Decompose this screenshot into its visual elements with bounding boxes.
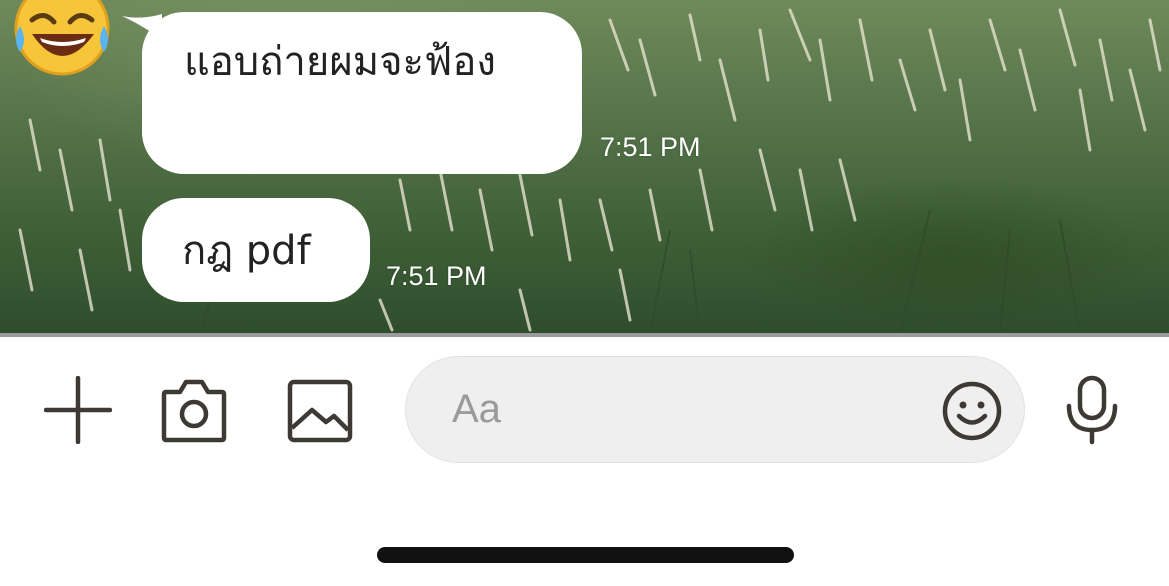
message-text: แอบถ่ายผมจะฟ้อง [184, 39, 496, 85]
message-input[interactable]: Aa [405, 356, 1025, 463]
message-text: กฎ pdf [182, 228, 311, 274]
image-icon[interactable] [286, 378, 354, 444]
laughing-tears-emoji-icon[interactable] [10, 0, 118, 80]
camera-icon[interactable] [160, 378, 228, 444]
microphone-icon[interactable] [1063, 374, 1121, 446]
message-bubble[interactable]: แอบถ่ายผมจะฟ้อง [142, 12, 582, 174]
home-indicator[interactable] [377, 547, 794, 563]
emoji-icon[interactable] [942, 381, 1002, 441]
chat-wallpaper: แอบถ่ายผมจะฟ้อง 7:51 PM กฎ pdf 7:51 PM [0, 0, 1169, 334]
plus-icon[interactable] [44, 376, 112, 444]
message-timestamp: 7:51 PM [600, 132, 701, 162]
input-placeholder: Aa [452, 387, 501, 431]
message-bubble[interactable]: กฎ pdf [142, 198, 370, 302]
divider [0, 333, 1169, 337]
message-timestamp: 7:51 PM [386, 261, 487, 291]
